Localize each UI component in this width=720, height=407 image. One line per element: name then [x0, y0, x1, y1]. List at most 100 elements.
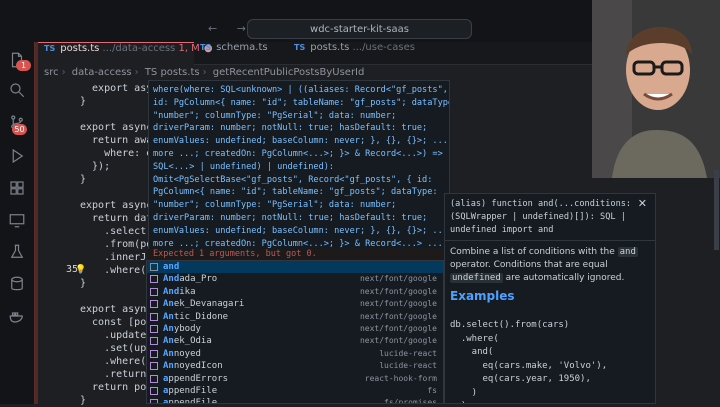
suggestion-item[interactable]: Annoyed lucide-react — [147, 348, 443, 360]
command-center-search[interactable]: wdc-starter-kit-saas — [247, 19, 472, 39]
suggestion-source: next/font/google — [359, 286, 437, 296]
example-code-line: ) — [450, 387, 478, 398]
search-icon[interactable] — [0, 76, 34, 104]
files-badge: 1 — [16, 60, 31, 71]
example-code-line: eq(cars.year, 1950), — [450, 374, 591, 384]
suggestion-label: appendFile — [163, 398, 218, 404]
symbol-method-icon — [150, 349, 158, 358]
suggestion-label: Anek_Odia — [163, 336, 212, 347]
suggestion-item[interactable]: Anek_Devanagari next/font/google — [147, 298, 443, 310]
suggestion-label: Antic_Didone — [163, 311, 229, 322]
example-code: db.select().from(cars) .where( and( eq(c… — [450, 319, 607, 403]
divider — [445, 240, 655, 241]
doc-hover-popup: (alias) function and(...conditions: (SQL… — [444, 193, 656, 404]
tab-posts-data-access[interactable]: TS posts.ts .../data-access 1, M ● — [38, 42, 213, 65]
type-hover-line: driverParam: number; notNull: true; hasD… — [153, 212, 428, 223]
scrollbar-thumb[interactable] — [714, 170, 719, 250]
suggestion-source: lucide-react — [379, 361, 437, 371]
examples-heading: Examples — [450, 289, 515, 303]
example-code-line: .where( — [450, 333, 499, 344]
example-code-line: ) — [450, 400, 607, 403]
type-hover-line: SQL<...> | undefined) | undefined): — [153, 161, 335, 172]
example-code-line: db.select().from(cars) — [450, 320, 570, 330]
suggestion-label: appendFile — [163, 386, 218, 396]
symbol-method-icon — [150, 287, 158, 296]
suggestion-source: next/font/google — [359, 311, 437, 321]
suggestion-label: appendErrors — [163, 373, 229, 384]
run-debug-icon[interactable] — [0, 142, 34, 170]
type-hover-line: "number"; columnType: "PgSerial"; data: … — [153, 200, 397, 211]
docker-icon[interactable] — [0, 302, 34, 330]
suggestion-item[interactable]: AnnoyedIcon lucide-react — [147, 360, 443, 372]
symbol-method-icon — [150, 300, 158, 309]
breadcrumb-item[interactable]: getRecentPublicPostsByUserId — [213, 67, 365, 78]
extensions-icon[interactable] — [0, 174, 34, 202]
function-signature: (alias) function and(...conditions: (SQL… — [450, 199, 632, 235]
close-icon[interactable]: ✕ — [638, 197, 647, 210]
code-line[interactable]: } — [80, 394, 86, 407]
suggestion-item[interactable]: Andika next/font/google — [147, 286, 443, 298]
type-hover-line: driverParam: number; notNull: true; hasD… — [153, 123, 428, 134]
chevron-right-icon: › — [61, 67, 66, 78]
code-line[interactable]: }); — [80, 160, 110, 173]
type-hover-line: enumValues: undefined; baseColumn: never… — [153, 225, 450, 236]
type-hover-line: Omit<PgSelectBase<"gf_posts", Record<"gf… — [153, 174, 433, 185]
error-hint: Expected 1 arguments, but got 0. — [147, 249, 450, 260]
remote-explorer-icon[interactable] — [0, 206, 34, 234]
suggestion-label: Andika — [163, 286, 196, 297]
type-hover-line: where(where: SQL<unknown> | ((aliases: R… — [153, 85, 450, 95]
code-line[interactable]: } — [80, 173, 86, 186]
suggestion-label: Annoyed — [163, 348, 201, 359]
tab-posts-use-cases[interactable]: TS posts.ts .../use-cases — [288, 42, 444, 64]
suggestion-item[interactable]: appendErrors react-hook-form — [147, 373, 443, 385]
function-description: Combine a list of conditions with the an… — [450, 247, 638, 283]
suggestion-item[interactable]: Andada_Pro next/font/google — [147, 273, 443, 285]
breadcrumb-item[interactable]: src — [44, 67, 59, 78]
code-line[interactable]: .select() — [80, 225, 158, 238]
suggestion-item[interactable]: Anek_Odia next/font/google — [147, 335, 443, 347]
suggestion-source: next/font/google — [359, 324, 437, 333]
type-hover-line: more ...; createdOn: PgColumn<...>; }> &… — [153, 148, 443, 159]
suggestion-source: next/font/google — [359, 299, 437, 309]
suggestion-item[interactable]: Antic_Didone next/font/google — [147, 311, 443, 323]
suggestion-label: and — [163, 262, 180, 272]
symbol-method-icon — [150, 399, 158, 403]
breadcrumb-item[interactable]: data-access — [72, 67, 132, 78]
suggestion-label: Andada_Pro — [163, 274, 218, 285]
suggestion-item[interactable]: appendFile fs — [147, 385, 443, 397]
suggestion-source: lucide-react — [379, 348, 437, 358]
suggestion-item[interactable]: appendFile fs/promises — [147, 397, 443, 404]
database-icon[interactable] — [0, 270, 34, 298]
symbol-method-icon — [150, 275, 158, 284]
symbol-method-icon — [150, 263, 158, 271]
symbol-method-icon — [150, 387, 158, 395]
suggestion-item[interactable]: and — [147, 261, 443, 274]
autocomplete-list[interactable]: and Andada_Pro next/font/google Andika next/… — [146, 260, 444, 404]
code-line[interactable]: } — [80, 95, 86, 108]
chevron-right-icon: › — [134, 67, 139, 78]
source-control-badge: 50 — [12, 124, 27, 135]
person-image — [592, 0, 720, 178]
lightbulb-icon[interactable]: 💡 — [75, 264, 86, 277]
chevron-right-icon: › — [202, 67, 207, 78]
line-number-gutter: 35 — [38, 82, 78, 404]
symbol-method-icon — [150, 362, 158, 371]
example-code-line: and( — [450, 347, 494, 357]
tab-schema[interactable]: TS schema.ts — [194, 42, 300, 64]
suggestion-item[interactable]: Anybody next/font/google — [147, 323, 443, 335]
code-line[interactable]: } — [80, 277, 86, 290]
type-hover-popup: where(where: SQL<unknown> | ((aliases: R… — [148, 80, 450, 252]
suggestion-source: fs/promises — [384, 398, 437, 404]
testing-icon[interactable] — [0, 238, 34, 266]
suggestion-label: AnnoyedIcon — [163, 361, 223, 372]
suggestion-source: next/font/google — [359, 336, 437, 346]
breadcrumb-item[interactable]: TS posts.ts — [145, 67, 200, 78]
symbol-method-icon — [150, 337, 158, 346]
suggestion-label: Anek_Devanagari — [163, 299, 245, 310]
type-hover-line: id: PgColumn<{ name: "id"; tableName: "g… — [153, 97, 450, 108]
suggestion-source: react-hook-form — [364, 373, 437, 383]
suggestion-source: fs — [427, 386, 437, 395]
symbol-method-icon — [150, 312, 158, 321]
symbol-method-icon — [150, 325, 158, 333]
suggestion-label: Anybody — [163, 324, 201, 334]
